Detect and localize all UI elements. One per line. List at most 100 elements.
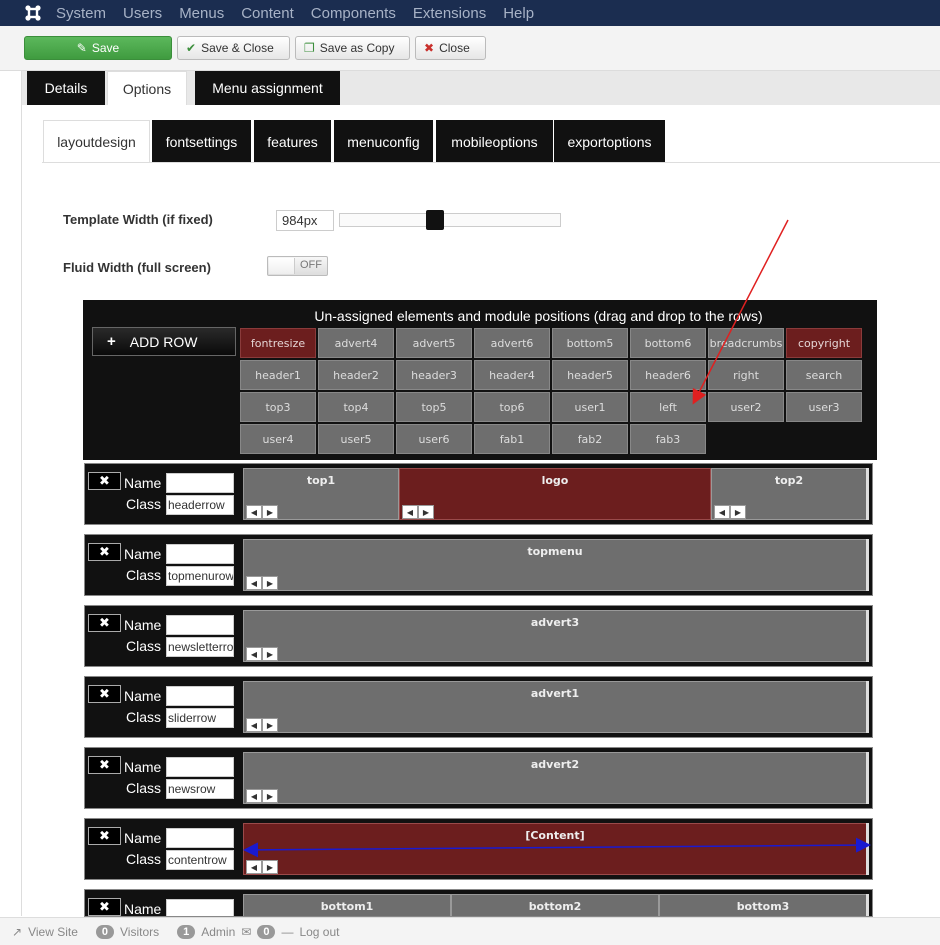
shrink-left-icon[interactable]: ◀: [246, 647, 262, 661]
menu-content[interactable]: Content: [241, 5, 294, 22]
grow-right-icon[interactable]: ▶: [730, 505, 746, 519]
module-chip[interactable]: top4: [318, 392, 394, 422]
delete-row-button[interactable]: ✖: [88, 543, 121, 561]
tab-fontsettings[interactable]: fontsettings: [152, 120, 251, 163]
module-chip[interactable]: fontresize: [240, 328, 316, 358]
grow-right-icon[interactable]: ▶: [262, 789, 278, 803]
tab-mobileoptions[interactable]: mobileoptions: [436, 120, 553, 163]
save-as-copy-button[interactable]: ❐ Save as Copy: [295, 36, 410, 60]
shrink-left-icon[interactable]: ◀: [246, 576, 262, 590]
module-chip[interactable]: top6: [474, 392, 550, 422]
view-site-link[interactable]: View Site: [28, 925, 78, 939]
row-name-input[interactable]: [166, 757, 234, 777]
module-chip[interactable]: user2: [708, 392, 784, 422]
close-button[interactable]: ✖ Close: [415, 36, 486, 60]
row-module-cell[interactable]: advert3 ◀ ▶: [243, 610, 867, 662]
row-drop-area[interactable]: advert2 ◀ ▶: [243, 752, 869, 804]
module-chip[interactable]: fab2: [552, 424, 628, 454]
row-drop-area[interactable]: topmenu ◀ ▶: [243, 539, 869, 591]
module-chip[interactable]: fab3: [630, 424, 706, 454]
tab-options[interactable]: Options: [107, 71, 187, 105]
module-chip[interactable]: header4: [474, 360, 550, 390]
module-chip[interactable]: user1: [552, 392, 628, 422]
tab-features[interactable]: features: [254, 120, 331, 163]
delete-row-button[interactable]: ✖: [88, 614, 121, 632]
row-drop-area[interactable]: bottom1◀▶bottom2◀▶bottom3◀▶: [243, 894, 869, 916]
row-name-input[interactable]: [166, 544, 234, 564]
module-chip[interactable]: header2: [318, 360, 394, 390]
module-chip[interactable]: advert6: [474, 328, 550, 358]
row-name-input[interactable]: [166, 828, 234, 848]
delete-row-button[interactable]: ✖: [88, 898, 121, 916]
row-module-cell[interactable]: advert1 ◀ ▶: [243, 681, 867, 733]
grow-right-icon[interactable]: ▶: [262, 718, 278, 732]
shrink-left-icon[interactable]: ◀: [714, 505, 730, 519]
row-module-cell[interactable]: [Content] ◀ ▶: [243, 823, 867, 875]
fluid-width-toggle[interactable]: OFF: [267, 256, 328, 276]
row-drop-area[interactable]: advert3 ◀ ▶: [243, 610, 869, 662]
row-name-input[interactable]: [166, 473, 234, 493]
row-module-cell[interactable]: bottom2◀▶: [451, 894, 659, 916]
menu-system[interactable]: System: [56, 5, 106, 22]
row-module-cell[interactable]: bottom1◀▶: [243, 894, 451, 916]
row-class-input[interactable]: sliderrow: [166, 708, 234, 728]
delete-row-button[interactable]: ✖: [88, 685, 121, 703]
template-width-input[interactable]: 984px: [276, 210, 334, 231]
row-name-input[interactable]: [166, 899, 234, 916]
shrink-left-icon[interactable]: ◀: [246, 505, 262, 519]
module-chip[interactable]: breadcrumbs: [708, 328, 784, 358]
delete-row-button[interactable]: ✖: [88, 827, 121, 845]
row-module-cell[interactable]: bottom3◀▶: [659, 894, 867, 916]
shrink-left-icon[interactable]: ◀: [246, 718, 262, 732]
tab-menu-assignment[interactable]: Menu assignment: [195, 71, 340, 105]
grow-right-icon[interactable]: ▶: [418, 505, 434, 519]
module-chip[interactable]: bottom5: [552, 328, 628, 358]
row-drop-area[interactable]: top1 ◀ ▶ logo ◀ ▶ top2 ◀ ▶: [243, 468, 869, 520]
row-module-cell[interactable]: advert2 ◀ ▶: [243, 752, 867, 804]
delete-row-button[interactable]: ✖: [88, 472, 121, 490]
menu-menus[interactable]: Menus: [179, 5, 224, 22]
grow-right-icon[interactable]: ▶: [262, 647, 278, 661]
tab-layoutdesign[interactable]: layoutdesign: [43, 120, 150, 163]
module-chip[interactable]: left: [630, 392, 706, 422]
delete-row-button[interactable]: ✖: [88, 756, 121, 774]
menu-users[interactable]: Users: [123, 5, 162, 22]
module-chip[interactable]: user3: [786, 392, 862, 422]
row-module-cell[interactable]: topmenu ◀ ▶: [243, 539, 867, 591]
row-name-input[interactable]: [166, 686, 234, 706]
row-class-input[interactable]: topmenurow: [166, 566, 234, 586]
module-chip[interactable]: header6: [630, 360, 706, 390]
save-close-button[interactable]: ✔ Save & Close: [177, 36, 290, 60]
grow-right-icon[interactable]: ▶: [262, 576, 278, 590]
module-chip[interactable]: top3: [240, 392, 316, 422]
joomla-logo-icon[interactable]: [18, 0, 48, 26]
tab-details[interactable]: Details: [27, 71, 105, 105]
module-chip[interactable]: search: [786, 360, 862, 390]
shrink-left-icon[interactable]: ◀: [246, 860, 262, 874]
menu-extensions[interactable]: Extensions: [413, 5, 486, 22]
row-module-cell[interactable]: top1 ◀ ▶: [243, 468, 399, 520]
module-chip[interactable]: fab1: [474, 424, 550, 454]
shrink-left-icon[interactable]: ◀: [402, 505, 418, 519]
grow-right-icon[interactable]: ▶: [262, 505, 278, 519]
module-chip[interactable]: user6: [396, 424, 472, 454]
menu-help[interactable]: Help: [503, 5, 534, 22]
row-drop-area[interactable]: [Content] ◀ ▶: [243, 823, 869, 875]
module-chip[interactable]: top5: [396, 392, 472, 422]
logout-link[interactable]: Log out: [299, 925, 339, 939]
menu-components[interactable]: Components: [311, 5, 396, 22]
tab-menuconfig[interactable]: menuconfig: [334, 120, 433, 163]
module-chip[interactable]: user4: [240, 424, 316, 454]
module-chip[interactable]: header5: [552, 360, 628, 390]
module-chip[interactable]: advert5: [396, 328, 472, 358]
save-button[interactable]: ✎ Save: [24, 36, 172, 60]
module-chip[interactable]: header3: [396, 360, 472, 390]
module-chip[interactable]: bottom6: [630, 328, 706, 358]
add-row-button[interactable]: + ADD ROW: [92, 327, 236, 356]
row-class-input[interactable]: newsrow: [166, 779, 234, 799]
module-chip[interactable]: header1: [240, 360, 316, 390]
row-module-cell[interactable]: logo ◀ ▶: [399, 468, 711, 520]
row-class-input[interactable]: headerrow: [166, 495, 234, 515]
template-width-slider[interactable]: [339, 210, 561, 230]
tab-exportoptions[interactable]: exportoptions: [554, 120, 665, 163]
